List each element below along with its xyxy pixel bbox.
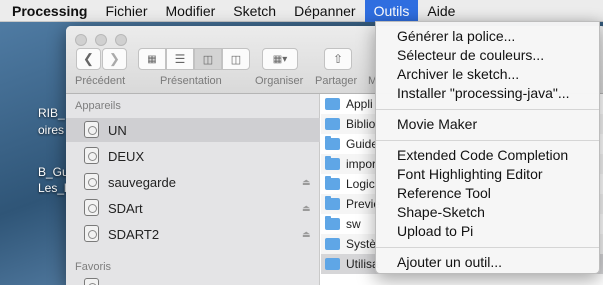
back-label: Précédent: [75, 75, 126, 87]
menu-aide[interactable]: Aide: [418, 0, 464, 22]
menu-bar: Processing Fichier Modifier Sketch Dépan…: [0, 0, 603, 22]
arrange-grid-icon: ▦▾: [272, 53, 288, 65]
menu-item-selecteur-couleurs[interactable]: Sélecteur de couleurs...: [376, 46, 599, 65]
file-name: Logic: [346, 177, 375, 191]
sidebar-item-label: SDArt: [108, 200, 143, 216]
users-folder-icon: [325, 258, 340, 270]
folder-icon: [325, 196, 340, 210]
hard-disk-icon: [84, 173, 99, 190]
sidebar-item-label: UN: [108, 122, 127, 138]
file-name: sw: [346, 217, 361, 231]
sidebar-item-sdart2[interactable]: SDART2 ⏏: [66, 222, 320, 246]
file-name: Systè: [346, 237, 377, 251]
menu-item-upload-to-pi[interactable]: Upload to Pi: [376, 222, 599, 241]
menu-item-installer-processing-java[interactable]: Installer "processing-java"...: [376, 84, 599, 103]
forward-button[interactable]: ❯: [102, 48, 127, 70]
sidebar-item-label: DEUX: [108, 148, 145, 164]
hard-disk-icon: [84, 225, 99, 242]
favorites-heading: Favoris: [75, 261, 112, 273]
desktop-item-label[interactable]: B_Gu: [38, 165, 69, 179]
coverflow-icon: ◫: [230, 53, 242, 66]
menu-item-reference-tool[interactable]: Reference Tool: [376, 184, 599, 203]
app-folder-icon: [325, 98, 340, 110]
eject-icon[interactable]: ⏏: [302, 177, 311, 188]
share-button[interactable]: ⇧: [324, 48, 352, 70]
folder-icon: [325, 176, 340, 190]
folder-icon: [325, 216, 340, 230]
file-name: Guide: [346, 137, 379, 151]
share-label: Partager: [315, 75, 358, 87]
menu-item-movie-maker[interactable]: Movie Maker: [376, 115, 599, 134]
desktop-item-label[interactable]: oires: [38, 123, 64, 137]
folder-icon: [84, 278, 99, 285]
view-label: Présentation: [160, 75, 222, 87]
menu-item-archiver-sketch[interactable]: Archiver le sketch...: [376, 65, 599, 84]
icon-view-button[interactable]: ▦: [138, 48, 166, 70]
file-name: Utilisa: [346, 257, 379, 271]
library-folder-icon: [325, 118, 340, 130]
menu-modifier[interactable]: Modifier: [157, 0, 225, 22]
devices-heading: Appareils: [75, 100, 121, 112]
chevron-left-icon: ❮: [83, 51, 94, 66]
menu-separator: [376, 109, 599, 110]
desktop-item-label[interactable]: Les_l: [38, 181, 67, 195]
menu-item-generer-police[interactable]: Générer la police...: [376, 27, 599, 46]
menu-item-shape-sketch[interactable]: Shape-Sketch: [376, 203, 599, 222]
hard-disk-icon: [84, 147, 99, 164]
file-name: impor: [346, 157, 377, 171]
sidebar-item-sauvegarde[interactable]: sauvegarde ⏏: [66, 170, 320, 194]
sidebar-item-sdart[interactable]: SDArt ⏏: [66, 196, 320, 220]
sidebar-item-deux[interactable]: DEUX: [66, 144, 320, 168]
folder-icon: [325, 156, 340, 170]
outils-menu: Générer la police... Sélecteur de couleu…: [375, 21, 600, 274]
eject-icon[interactable]: ⏏: [302, 203, 311, 214]
arrange-label: Organiser: [255, 75, 304, 87]
hard-disk-icon: [84, 121, 99, 138]
menu-sketch[interactable]: Sketch: [224, 0, 285, 22]
menu-item-ajouter-outil[interactable]: Ajouter un outil...: [376, 253, 599, 272]
minimize-window-button[interactable]: [95, 34, 107, 46]
menu-fichier[interactable]: Fichier: [96, 0, 156, 22]
list-view-button[interactable]: ☰: [166, 48, 194, 70]
share-icon: ⇧: [332, 52, 344, 66]
hard-disk-icon: [84, 199, 99, 216]
sidebar-item-label: sauvegarde: [108, 174, 176, 190]
arrange-button[interactable]: ▦▾: [262, 48, 298, 70]
grid-icon: ▦: [147, 53, 157, 65]
folder-icon: [325, 136, 340, 150]
system-folder-icon: [325, 238, 340, 250]
menu-app-processing[interactable]: Processing: [0, 0, 96, 22]
zoom-window-button[interactable]: [115, 34, 127, 46]
chevron-right-icon: ❯: [109, 51, 120, 66]
file-name: Biblio: [346, 117, 376, 131]
column-view-button[interactable]: ◫: [194, 48, 222, 70]
columns-icon: ◫: [202, 53, 214, 66]
desktop-item-label[interactable]: RIB_: [38, 106, 65, 120]
list-icon: ☰: [174, 52, 186, 66]
sidebar-item-un[interactable]: UN: [66, 118, 320, 142]
menu-depanner[interactable]: Dépanner: [285, 0, 365, 22]
close-window-button[interactable]: [75, 34, 87, 46]
menu-separator: [376, 247, 599, 248]
coverflow-view-button[interactable]: ◫: [222, 48, 250, 70]
back-button[interactable]: ❮: [76, 48, 101, 70]
menu-outils[interactable]: Outils: [364, 0, 419, 22]
sidebar-item-label: SDART2: [108, 226, 160, 242]
menu-item-extended-code-completion[interactable]: Extended Code Completion: [376, 146, 599, 165]
menu-separator: [376, 140, 599, 141]
file-name: Appli: [346, 97, 373, 111]
finder-sidebar: Appareils UN DEUX sauvegarde ⏏ SDArt ⏏ S…: [66, 94, 320, 285]
eject-icon[interactable]: ⏏: [302, 229, 311, 240]
menu-item-font-highlighting-editor[interactable]: Font Highlighting Editor: [376, 165, 599, 184]
